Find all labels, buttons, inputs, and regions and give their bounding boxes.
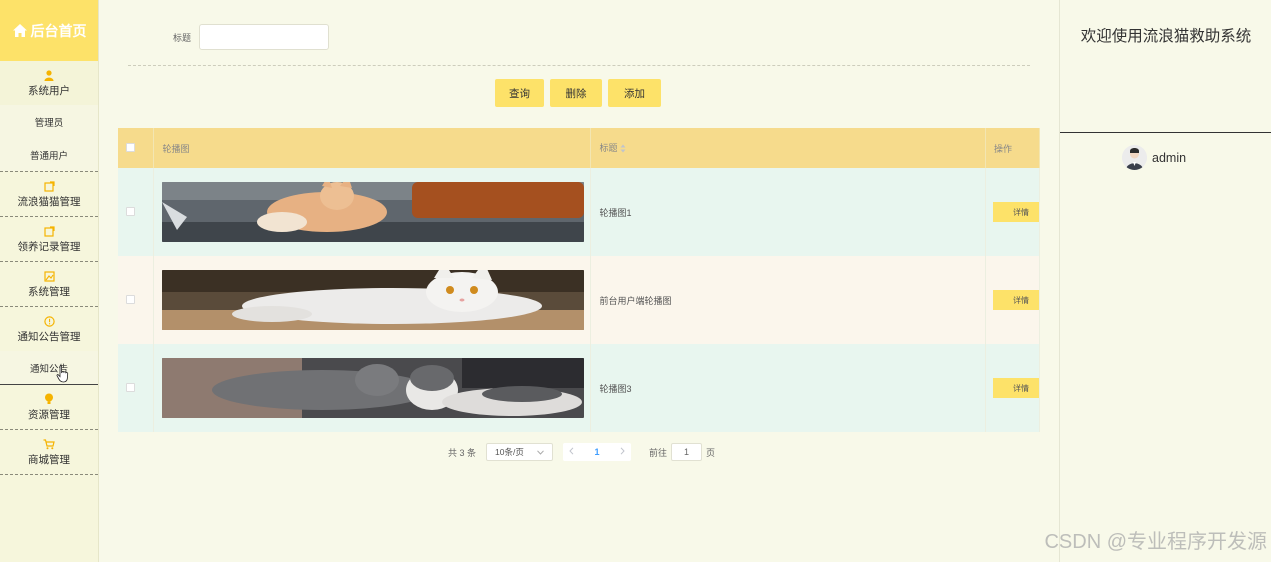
row-checkbox[interactable] — [126, 206, 135, 216]
search-label: 标题 — [173, 32, 192, 43]
cart-icon — [43, 437, 55, 451]
menu-group-notice: 通知公告管理 通知公告 — [0, 307, 98, 385]
carousel-image-grey-cats — [162, 358, 585, 418]
right-panel: 欢迎使用流浪猫救助系统 admin — [1059, 0, 1271, 562]
table-row: 前台用户端轮播图 详情 — [118, 256, 1041, 344]
header-operation: 操作 — [985, 128, 1041, 168]
sidebar-brand-home[interactable]: 后台首页 — [0, 0, 98, 61]
menu-group-shop: 商城管理 — [0, 430, 98, 475]
hand-cursor-icon — [56, 365, 69, 388]
carousel-image-white-cat — [162, 270, 585, 330]
user-info[interactable]: admin — [1122, 145, 1186, 170]
table-row: 轮播图3 详情 — [118, 344, 1041, 432]
title-search-input[interactable] — [199, 24, 330, 50]
menu-item-system-management[interactable]: 系统管理 — [0, 262, 98, 306]
user-icon — [44, 68, 54, 82]
menu-group-adoption: 领养记录管理 — [0, 217, 98, 262]
row-checkbox[interactable] — [126, 294, 135, 304]
row-checkbox[interactable] — [126, 382, 135, 392]
table-row: 轮播图1 详情 — [118, 168, 1041, 256]
query-button[interactable]: 查询 — [495, 79, 544, 107]
goto-prefix: 前往 — [649, 447, 668, 458]
menu-group-resource: 资源管理 — [0, 385, 98, 430]
menu-label: 领养记录管理 — [17, 241, 81, 253]
header-title-label: 标题 — [599, 143, 618, 154]
row-title-cell: 轮播图3 — [590, 344, 986, 432]
image-icon — [43, 269, 55, 283]
main-content: 标题 查询 删除 添加 轮播图 标题 操作 轮播图1 详情 前台用户端轮播图 详… — [99, 0, 1059, 562]
row-operation-cell: 详情 — [985, 344, 1041, 432]
menu-group-system: 系统管理 — [0, 262, 98, 307]
menu-item-resource-management[interactable]: 资源管理 — [0, 385, 98, 429]
menu-item-shop-management[interactable]: 商城管理 — [0, 430, 98, 474]
watermark: CSDN @专业程序开发源 — [1044, 531, 1267, 553]
menu-item-system-users[interactable]: 系统用户 — [0, 61, 98, 105]
carousel-table: 轮播图 标题 操作 轮播图1 详情 前台用户端轮播图 详情 轮播图3 详情 — [118, 128, 1041, 432]
username: admin — [1152, 150, 1187, 165]
menu-group-system-users: 系统用户 管理员 普通用户 — [0, 61, 98, 172]
bulb-icon — [44, 392, 54, 406]
info-icon — [43, 314, 55, 328]
add-button[interactable]: 添加 — [608, 79, 661, 107]
row-image-cell — [153, 344, 592, 432]
menu-label: 资源管理 — [28, 409, 70, 421]
toolbar: 查询 删除 添加 — [495, 79, 661, 107]
page-size-select[interactable]: 10条/页 — [486, 443, 554, 461]
row-select-cell — [118, 256, 155, 344]
menu-item-adoption-records[interactable]: 领养记录管理 — [0, 217, 98, 261]
select-all-checkbox[interactable] — [126, 142, 135, 152]
current-page[interactable]: 1 — [595, 447, 600, 457]
row-title-cell: 前台用户端轮播图 — [590, 256, 986, 344]
submenu-item-notice[interactable]: 通知公告 — [0, 351, 98, 384]
home-icon — [12, 23, 28, 38]
next-page-icon[interactable] — [620, 447, 625, 457]
page-size-value: 10条/页 — [495, 447, 524, 457]
row-operation-cell: 详情 — [985, 168, 1041, 256]
header-image: 轮播图 — [153, 128, 592, 168]
delete-button[interactable]: 删除 — [550, 79, 602, 107]
pagination-total: 共 3 条 — [448, 447, 477, 458]
detail-button[interactable]: 详情 — [992, 202, 1039, 222]
detail-button[interactable]: 详情 — [992, 290, 1039, 310]
detail-button[interactable]: 详情 — [992, 378, 1039, 398]
edit-icon — [43, 224, 55, 238]
menu-item-notice-management[interactable]: 通知公告管理 — [0, 307, 98, 351]
header-select-all — [118, 128, 155, 168]
brand-label: 后台首页 — [30, 22, 87, 39]
table-header-row: 轮播图 标题 操作 — [118, 128, 1041, 168]
sort-icon[interactable] — [620, 144, 626, 155]
row-title-cell: 轮播图1 — [590, 168, 986, 256]
menu-label: 商城管理 — [28, 454, 70, 466]
chevron-down-icon — [537, 447, 544, 457]
page-nav: 1 — [563, 443, 632, 461]
menu-item-stray-cat-management[interactable]: 流浪猫猫管理 — [0, 172, 98, 216]
search-row: 标题 — [173, 24, 330, 50]
row-image-cell — [153, 168, 592, 256]
right-divider — [1060, 132, 1271, 133]
row-operation-cell: 详情 — [985, 256, 1041, 344]
menu-label: 系统管理 — [28, 286, 70, 298]
avatar — [1122, 145, 1147, 170]
goto-suffix: 页 — [706, 447, 716, 458]
header-title[interactable]: 标题 — [590, 128, 986, 168]
edit-icon — [43, 179, 55, 193]
row-select-cell — [118, 344, 155, 432]
submenu-item-admin[interactable]: 管理员 — [0, 105, 98, 138]
menu-group-stray-cat: 流浪猫猫管理 — [0, 172, 98, 217]
row-image-cell — [153, 256, 592, 344]
carousel-image-orange-cat — [162, 182, 585, 242]
prev-page-icon[interactable] — [569, 447, 574, 457]
menu-label: 流浪猫猫管理 — [17, 196, 81, 208]
menu-label: 系统用户 — [28, 85, 70, 97]
divider — [128, 65, 1030, 66]
pagination: 共 3 条 10条/页 1 前往 1 页 — [448, 443, 715, 461]
goto-page-input[interactable]: 1 — [671, 443, 703, 461]
submenu-item-regular-user[interactable]: 普通用户 — [0, 138, 98, 171]
row-select-cell — [118, 168, 155, 256]
welcome-title: 欢迎使用流浪猫救助系统 — [1080, 28, 1252, 45]
menu-label: 通知公告管理 — [17, 331, 81, 343]
sidebar: 后台首页 系统用户 管理员 普通用户 流浪猫猫管理 领养记录管理 系统管理 通知… — [0, 0, 99, 562]
